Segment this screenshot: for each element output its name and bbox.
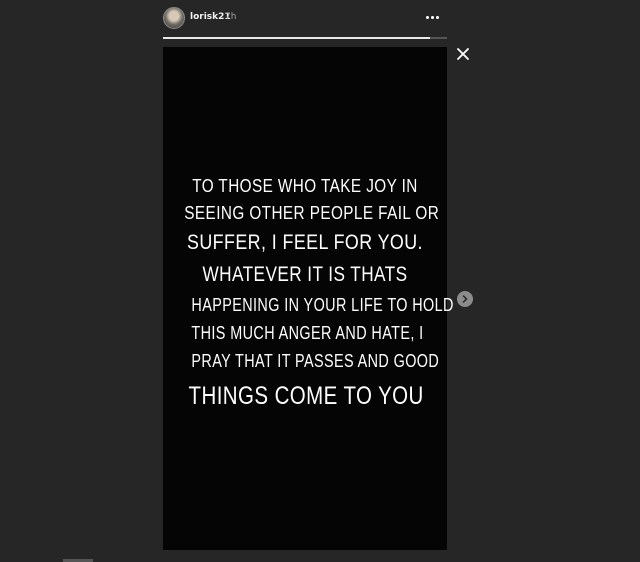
story-text-line: TO THOSE WHO TAKE JOY IN bbox=[192, 176, 418, 196]
timestamp: 7h bbox=[225, 12, 237, 22]
story-header: lorisk21 7h bbox=[163, 7, 447, 31]
story-text-line: WHATEVER IT IS THATS bbox=[202, 263, 408, 286]
story-text: TO THOSE WHO TAKE JOY IN SEEING OTHER PE… bbox=[163, 173, 454, 417]
avatar[interactable] bbox=[163, 7, 185, 29]
more-options-icon[interactable] bbox=[424, 9, 440, 25]
story-text-line: THINGS COME TO YOU bbox=[188, 382, 424, 410]
story-content[interactable]: TO THOSE WHO TAKE JOY IN SEEING OTHER PE… bbox=[163, 47, 454, 550]
story-text-line: SUFFER, I FEEL FOR YOU. bbox=[187, 231, 423, 254]
story-text-line: SEEING OTHER PEOPLE FAIL OR bbox=[184, 203, 440, 223]
story-text-line: PRAY THAT IT PASSES AND GOOD bbox=[191, 351, 440, 371]
story-text-line: THIS MUCH ANGER AND HATE, I bbox=[191, 323, 424, 343]
story-progress-fill bbox=[163, 37, 430, 39]
story-progress-bar bbox=[163, 37, 447, 39]
chevron-right-icon[interactable] bbox=[457, 291, 473, 307]
story-text-line: HAPPENING IN YOUR LIFE TO HOLD bbox=[191, 295, 454, 315]
close-icon[interactable] bbox=[455, 46, 471, 62]
